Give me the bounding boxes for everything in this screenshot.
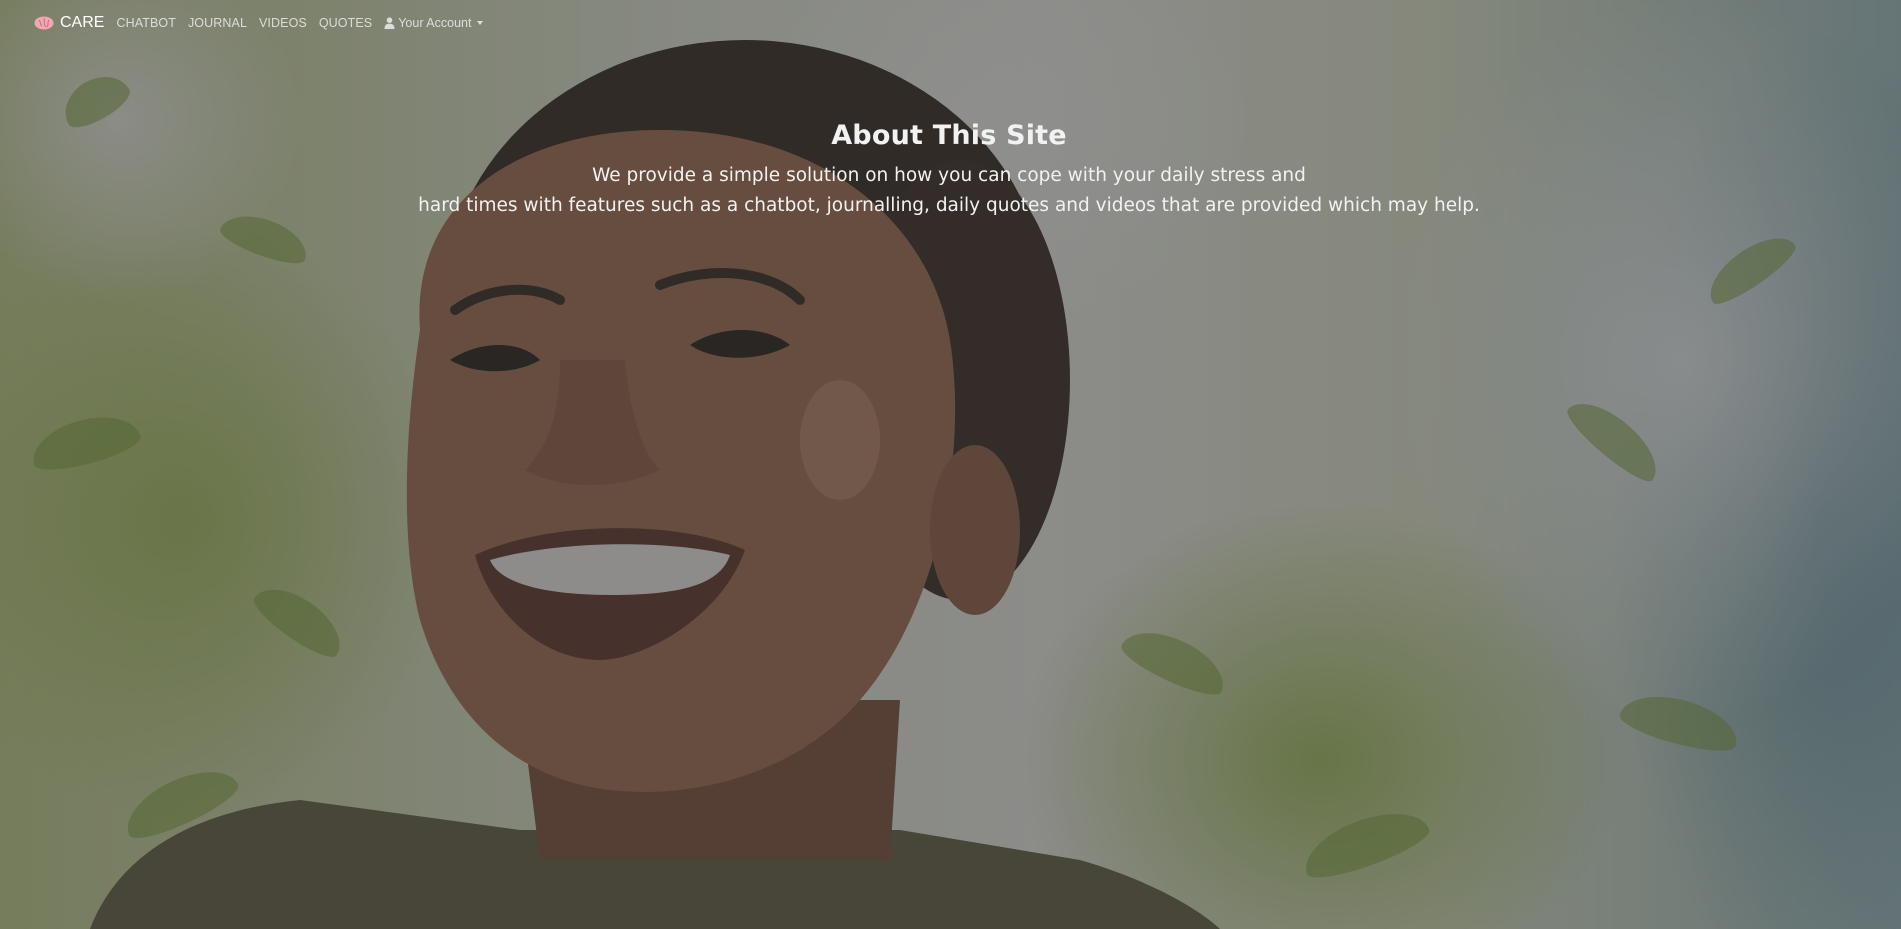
description-line-1: We provide a simple solution on how you … [592, 165, 1306, 186]
about-section: About This Site We provide a simple solu… [0, 120, 1898, 221]
nav-link-journal[interactable]: JOURNAL [188, 16, 247, 30]
caret-down-icon [477, 21, 484, 25]
page-title: About This Site [831, 120, 1067, 151]
page: CARE CHATBOT JOURNAL VIDEOS QUOTES Your … [0, 0, 1901, 929]
navbar: CARE CHATBOT JOURNAL VIDEOS QUOTES Your … [0, 0, 1901, 46]
description-line-2: hard times with features such as a chatb… [418, 195, 1480, 216]
nav-link-chatbot[interactable]: CHATBOT [116, 16, 176, 30]
account-label: Your Account [398, 16, 472, 30]
brain-icon [34, 16, 54, 30]
brand-link[interactable]: CARE [34, 14, 104, 32]
account-dropdown-toggle[interactable]: Your Account [384, 16, 484, 30]
brand-label: CARE [60, 14, 105, 31]
user-icon [384, 17, 395, 29]
nav-link-videos[interactable]: VIDEOS [259, 16, 307, 30]
nav-link-quotes[interactable]: QUOTES [319, 16, 372, 30]
